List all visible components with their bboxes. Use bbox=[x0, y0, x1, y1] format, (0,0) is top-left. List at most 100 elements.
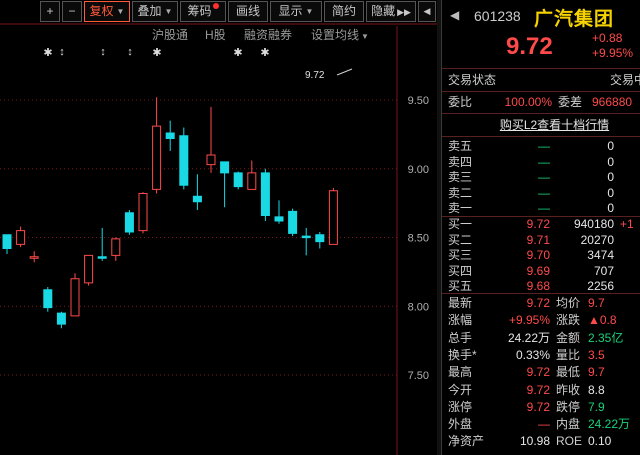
candle-up bbox=[138, 193, 148, 232]
stat-label: 昨收 bbox=[556, 382, 581, 397]
chevron-down-icon: ▼ bbox=[164, 7, 173, 16]
event-mark-icon[interactable]: ✱ bbox=[43, 46, 53, 59]
bid-volume: 940180 bbox=[573, 217, 614, 231]
stat-value: 8.8 bbox=[588, 382, 605, 397]
stat-value: 24.22万 bbox=[507, 330, 550, 345]
bid-row[interactable]: 买一 9.72 940180 +1 bbox=[442, 216, 640, 233]
event-mark-icon[interactable]: ↕ bbox=[57, 46, 67, 58]
buy-l2-link[interactable]: 购买L2查看十档行情 bbox=[492, 117, 617, 134]
bid-price: 9.71 bbox=[526, 232, 550, 247]
margin-trading-link[interactable]: 融资融券 bbox=[244, 26, 292, 43]
current-price: 9.72 bbox=[506, 33, 553, 60]
ask-row[interactable]: 卖三 — 0 bbox=[442, 169, 640, 186]
display-button[interactable]: 显示 ▼ bbox=[270, 1, 322, 22]
ask-volume: 0 bbox=[607, 139, 614, 153]
simple-mode-button[interactable]: 简约 bbox=[324, 1, 364, 22]
event-marks-row: ✱ ↕ ↕ ↕ ✱ ✱ ✱ bbox=[0, 46, 437, 60]
stat-value: ▲0.8 bbox=[588, 313, 617, 328]
stat-row: 涨幅 +9.95% 涨跌 ▲0.8 bbox=[442, 312, 640, 329]
fuquan-label: 复权 bbox=[89, 4, 114, 18]
ma-setting-link[interactable]: 设置均线 ▼ bbox=[311, 26, 369, 43]
chouma-button[interactable]: 筹码 bbox=[180, 1, 226, 22]
stat-label: 净资产 bbox=[448, 434, 485, 449]
ma-setting-label: 设置均线 bbox=[311, 28, 360, 42]
fuquan-button[interactable]: 复权 ▼ bbox=[84, 1, 130, 22]
candle-up bbox=[152, 125, 162, 190]
stat-label: 总手 bbox=[448, 330, 473, 345]
ask-price: — bbox=[538, 185, 550, 200]
candle-up bbox=[16, 230, 26, 245]
hide-button[interactable]: 隐藏 ▶▶ bbox=[366, 1, 416, 22]
kline-chart-panel: 9.50 9.00 8.50 8.00 7.50 9.72 + − 复权 ▼ 叠加 ▼ 筹码 … bbox=[0, 0, 437, 455]
ask-row[interactable]: 卖二 — 0 bbox=[442, 185, 640, 202]
ask-row[interactable]: 卖四 — 0 bbox=[442, 154, 640, 171]
candle-down bbox=[179, 135, 189, 186]
stat-label: 量比 bbox=[556, 347, 581, 362]
h-stock-link[interactable]: H股 bbox=[205, 26, 226, 43]
stat-row: 换手* 0.33% 量比 3.5 bbox=[442, 347, 640, 364]
ask-price: — bbox=[538, 139, 550, 153]
stat-value: 9.72 bbox=[526, 296, 550, 310]
ask-volume: 0 bbox=[607, 154, 614, 169]
chevron-down-icon: ▼ bbox=[305, 7, 314, 16]
stat-label: 外盘 bbox=[448, 417, 473, 432]
ask-row[interactable]: 卖五 — 0 bbox=[442, 138, 640, 155]
ask-row[interactable]: 卖一 — 0 bbox=[442, 200, 640, 217]
candle-down bbox=[97, 256, 107, 259]
stat-value: 9.72 bbox=[526, 365, 550, 380]
event-mark-icon[interactable]: ✱ bbox=[233, 46, 243, 59]
draw-line-button[interactable]: 画线 bbox=[228, 1, 268, 22]
quote-panel: ◀ 601238 广汽集团 9.72 +0.88 +9.95% 交易状态 交易中… bbox=[441, 0, 640, 455]
candle-up bbox=[70, 278, 80, 317]
ask-price: — bbox=[538, 170, 550, 184]
candle-up bbox=[29, 256, 39, 259]
collapse-panel-button[interactable]: ◀ bbox=[418, 1, 436, 22]
ask-volume: 0 bbox=[607, 201, 614, 215]
kline-chart[interactable]: 9.50 9.00 8.50 8.00 7.50 9.72 bbox=[0, 0, 437, 455]
y-tick-label: 8.50 bbox=[408, 233, 429, 245]
bid-price: 9.70 bbox=[526, 248, 550, 262]
stat-value: — bbox=[538, 417, 550, 432]
display-label: 显示 bbox=[278, 4, 303, 18]
price-change-block: +0.88 +9.95% bbox=[592, 31, 633, 61]
event-mark-icon[interactable]: ↕ bbox=[125, 46, 135, 58]
ask-label: 卖四 bbox=[448, 154, 473, 169]
hide-label: 隐藏 bbox=[371, 4, 396, 18]
stat-value: +9.95% bbox=[508, 313, 550, 328]
ask-label: 卖三 bbox=[448, 170, 473, 184]
stat-label: 均价 bbox=[556, 296, 581, 310]
weicha-value: 966880 bbox=[592, 95, 633, 109]
stat-row: 总手 24.22万 金额 2.35亿 bbox=[442, 330, 640, 347]
ask-volume: 0 bbox=[607, 170, 614, 184]
stat-label: 金额 bbox=[556, 330, 581, 345]
stat-label: 涨停 bbox=[448, 399, 473, 414]
price-change: +0.88 bbox=[592, 31, 623, 45]
ask-label: 卖二 bbox=[448, 185, 473, 200]
diejia-button[interactable]: 叠加 ▼ bbox=[132, 1, 178, 22]
bid-row[interactable]: 买四 9.69 707 bbox=[442, 263, 640, 280]
candle-down bbox=[315, 234, 325, 243]
stat-row: 最新 9.72 均价 9.7 bbox=[442, 295, 640, 312]
stat-label: 最高 bbox=[448, 365, 473, 380]
stat-label: 跌停 bbox=[556, 399, 581, 414]
ask-price: — bbox=[538, 154, 550, 169]
ask-price: — bbox=[538, 201, 550, 215]
zoom-out-button[interactable]: − bbox=[62, 1, 82, 22]
candle-down bbox=[2, 234, 12, 249]
back-arrow-icon[interactable]: ◀ bbox=[450, 8, 459, 22]
hugutong-link[interactable]: 沪股通 bbox=[152, 26, 188, 43]
stat-label: 涨跌 bbox=[556, 313, 581, 328]
event-mark-icon[interactable]: ✱ bbox=[152, 46, 162, 59]
zoom-in-button[interactable]: + bbox=[40, 1, 60, 22]
event-mark-icon[interactable]: ↕ bbox=[98, 46, 108, 58]
trade-status-row: 交易状态 交易中 bbox=[442, 72, 640, 89]
double-chevron-right-icon: ▶▶ bbox=[397, 7, 411, 17]
stat-label: 换手* bbox=[448, 347, 477, 362]
chart-sub-toolbar: 沪股通 H股 融资融券 设置均线 ▼ bbox=[0, 26, 437, 44]
bid-row[interactable]: 买三 9.70 3474 bbox=[442, 247, 640, 264]
stat-label: ROE bbox=[556, 434, 583, 449]
stat-row: 今开 9.72 昨收 8.8 bbox=[442, 382, 640, 399]
event-mark-icon[interactable]: ✱ bbox=[260, 46, 270, 59]
stat-row: 外盘 — 内盘 24.22万 bbox=[442, 416, 640, 433]
bid-row[interactable]: 买二 9.71 20270 bbox=[442, 232, 640, 249]
